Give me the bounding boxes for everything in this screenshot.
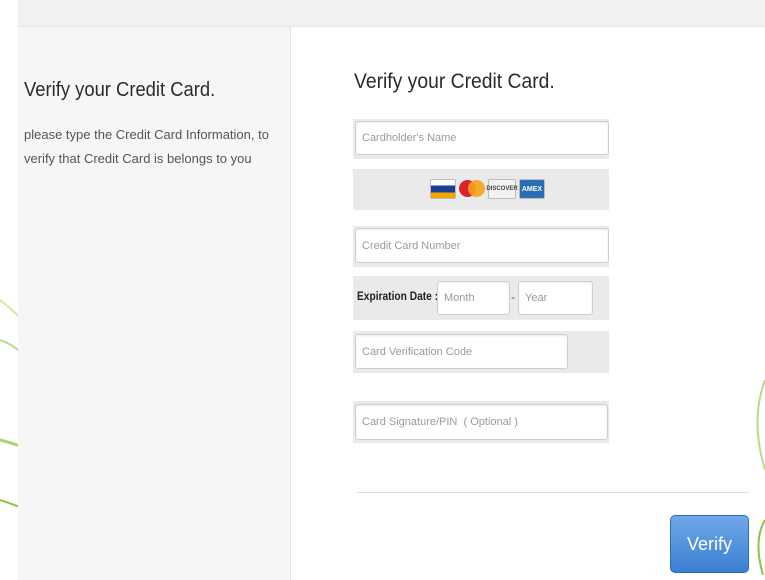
expiration-year-input[interactable] (518, 281, 593, 315)
mastercard-icon (459, 179, 485, 199)
card-signature-pin-input[interactable] (355, 404, 608, 440)
expiration-month-input[interactable] (437, 281, 510, 315)
info-description: please type the Credit Card Information,… (24, 127, 269, 166)
amex-icon: AMEX (519, 179, 545, 199)
info-panel: Verify your Credit Card. please type the… (18, 27, 291, 580)
card-number-input[interactable] (355, 228, 609, 263)
date-separator: - (511, 290, 515, 304)
visa-icon: VISA (430, 179, 456, 199)
info-title: Verify your Credit Card. (24, 79, 216, 101)
discover-icon: DISCOVER (486, 179, 518, 199)
form-divider (357, 492, 749, 493)
card-verification-code-input[interactable] (355, 334, 568, 369)
expiration-label: Expiration Date : (357, 289, 439, 303)
decorative-swirl-right (756, 379, 765, 576)
cardholder-name-input[interactable] (355, 121, 609, 155)
accepted-cards: VISA DISCOVER AMEX (430, 178, 545, 200)
form-title: Verify your Credit Card. (354, 70, 555, 93)
top-bar (18, 0, 765, 27)
verify-button[interactable]: Verify (670, 515, 749, 573)
